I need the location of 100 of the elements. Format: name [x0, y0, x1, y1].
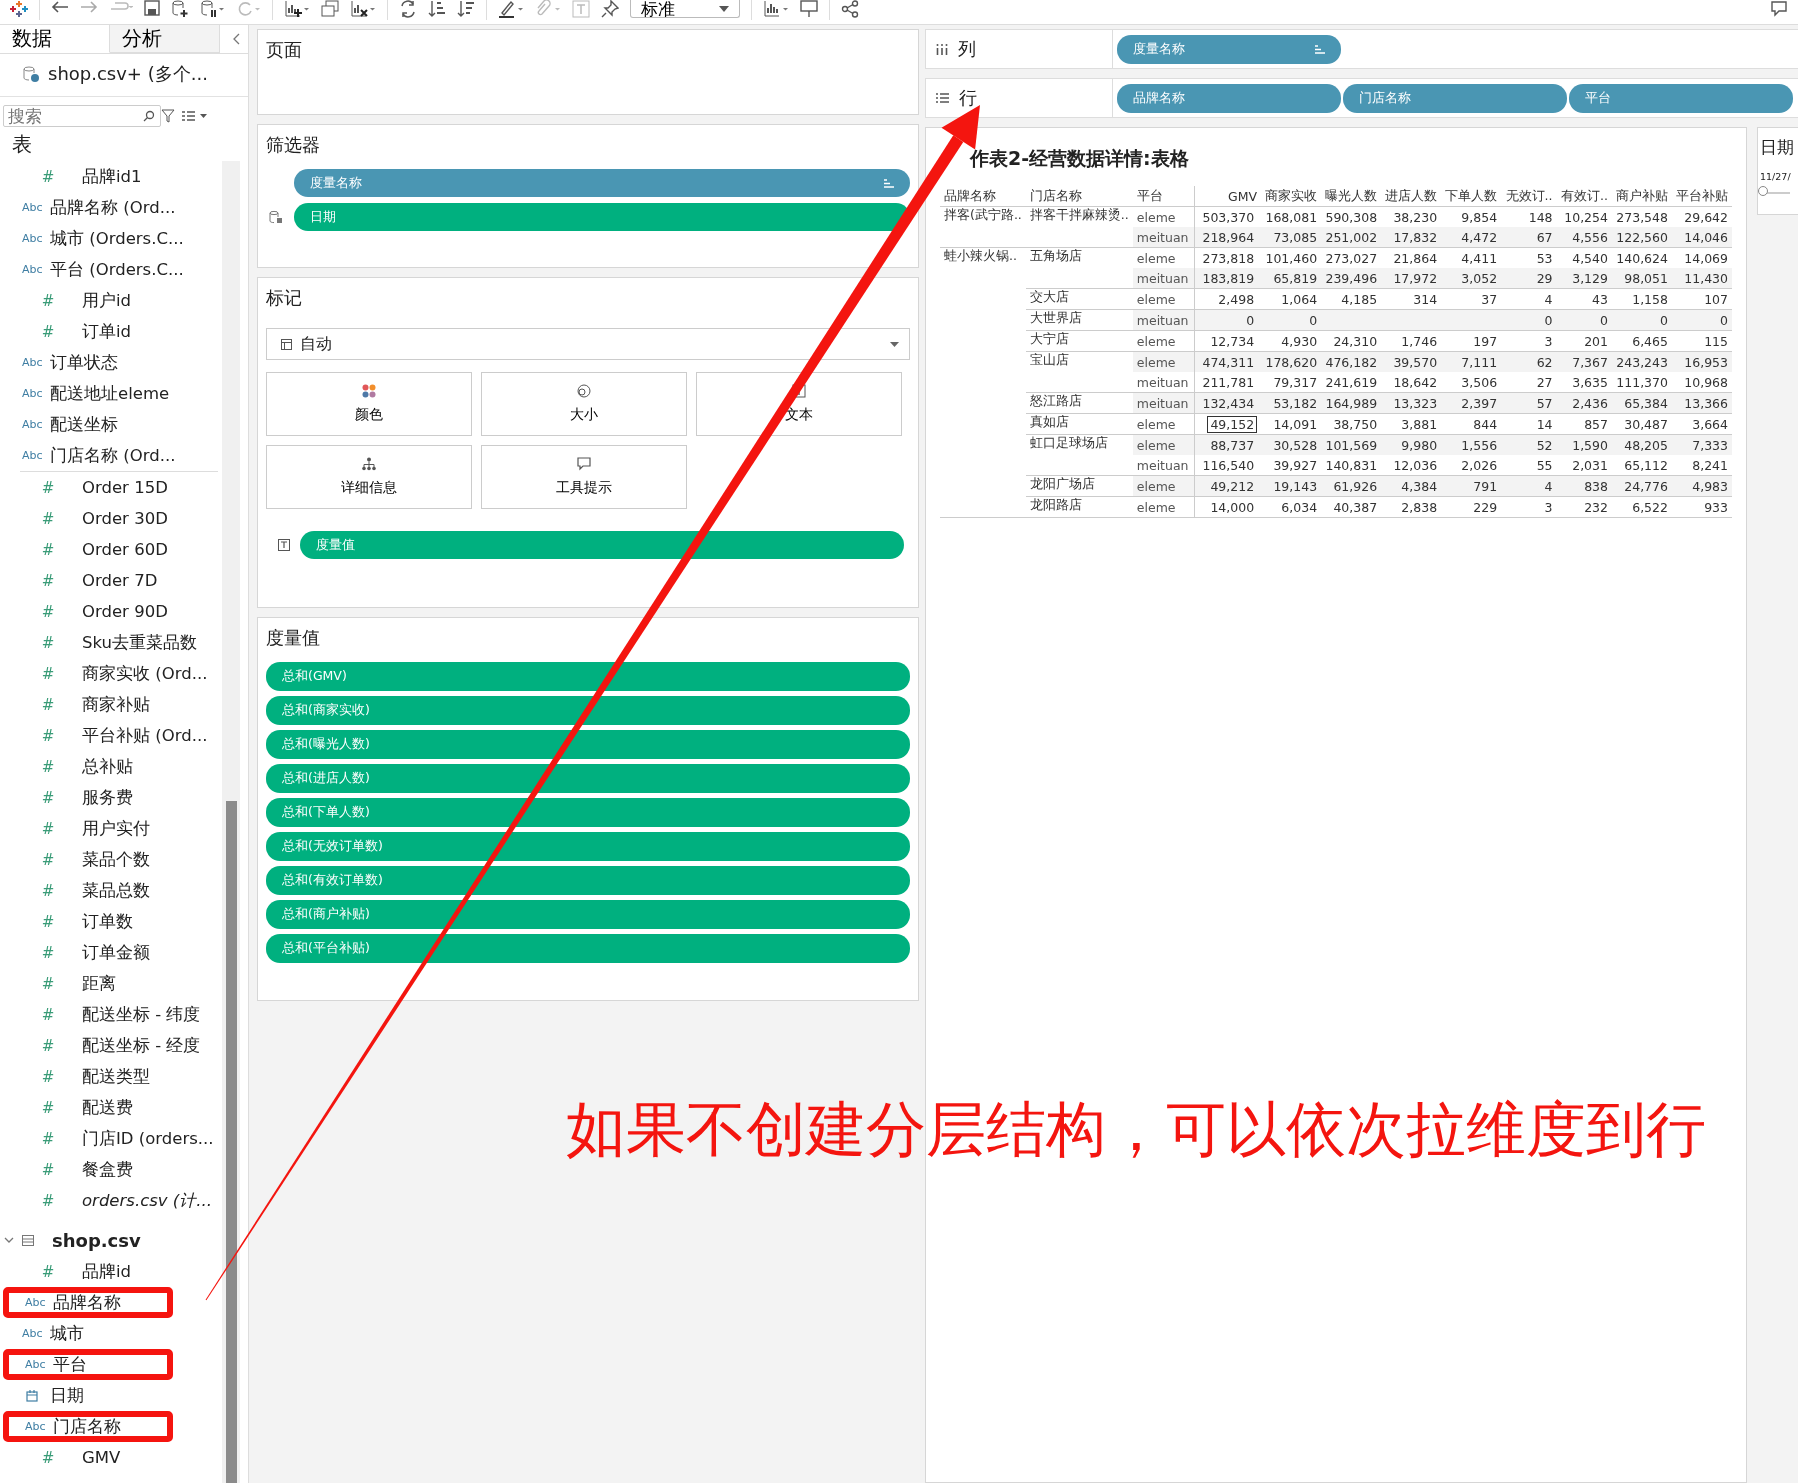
- back-arrow-icon[interactable]: [51, 0, 69, 14]
- field-item[interactable]: # 配送类型: [0, 1061, 222, 1092]
- field-item[interactable]: Abc 平台: [3, 1349, 173, 1380]
- table-cell: 0: [1544, 312, 1553, 328]
- column-header[interactable]: 无效订..: [1501, 186, 1557, 207]
- field-item[interactable]: Abc 配送坐标: [0, 409, 222, 440]
- data-source-name[interactable]: shop.csv+ (多个...: [48, 62, 208, 86]
- column-header[interactable]: GMV: [1194, 186, 1262, 207]
- field-item[interactable]: 日期: [0, 1380, 222, 1411]
- field-item[interactable]: Abc 门店名称: [3, 1411, 173, 1442]
- column-header[interactable]: 门店名称: [1025, 186, 1133, 207]
- field-item[interactable]: # 商家补贴: [0, 689, 222, 720]
- field-item[interactable]: Abc 品牌名称 (Ord...: [0, 192, 222, 223]
- field-item[interactable]: # GMV: [0, 1442, 222, 1473]
- table-cell: 65,384: [1624, 395, 1668, 411]
- field-item[interactable]: # 品牌id: [0, 1256, 222, 1287]
- slider-handle[interactable]: [1758, 186, 1768, 196]
- search-field[interactable]: 搜索: [3, 105, 161, 127]
- column-header[interactable]: 平台补贴: [1672, 186, 1732, 207]
- field-item[interactable]: # Order 60D: [0, 534, 222, 565]
- table-cell: 29: [1536, 270, 1553, 286]
- field-item[interactable]: # 用户实付: [0, 813, 222, 844]
- mark-property-button[interactable]: 文本: [696, 372, 902, 436]
- scrollbar-thumb[interactable]: [226, 801, 237, 1483]
- presentation-icon[interactable]: [800, 0, 818, 18]
- field-type-icon: #: [22, 1262, 74, 1281]
- table-cell-text: 88,737: [1209, 436, 1256, 454]
- collapse-icon[interactable]: [232, 33, 240, 45]
- field-item[interactable]: # orders.csv (计...: [0, 1185, 222, 1216]
- new-datasource-icon[interactable]: [171, 0, 189, 18]
- save-icon[interactable]: [144, 0, 160, 16]
- pin-icon[interactable]: [601, 0, 619, 18]
- field-item[interactable]: # 距离: [0, 968, 222, 999]
- field-type-icon: #: [22, 1448, 74, 1467]
- field-item[interactable]: # 品牌id1: [0, 161, 222, 192]
- column-header[interactable]: 有效订..: [1556, 186, 1612, 207]
- mark-property-button[interactable]: 详细信息: [266, 445, 472, 509]
- mark-type-dropdown[interactable]: 自动: [266, 328, 910, 360]
- clear-sheet-icon[interactable]: [350, 0, 376, 18]
- new-sheet-icon[interactable]: [284, 0, 310, 18]
- column-header[interactable]: 进店人数: [1381, 186, 1442, 207]
- column-header[interactable]: 品牌名称: [940, 186, 1026, 207]
- expand-caret-icon[interactable]: [4, 1236, 14, 1244]
- field-item[interactable]: # 配送坐标 - 经度: [0, 1030, 222, 1061]
- column-header[interactable]: 下单人数: [1441, 186, 1502, 207]
- field-item[interactable]: # 菜品个数: [0, 844, 222, 875]
- field-item[interactable]: # 订单数: [0, 906, 222, 937]
- field-item[interactable]: # Order 7D: [0, 565, 222, 596]
- share-icon[interactable]: [841, 0, 859, 18]
- sort-ascending-icon[interactable]: [428, 0, 446, 18]
- mark-property-button[interactable]: 大小: [481, 372, 687, 436]
- field-item[interactable]: # 菜品总数: [0, 875, 222, 906]
- table-cell: 4,185: [1341, 291, 1378, 307]
- table-cell: 3,052: [1461, 270, 1498, 286]
- field-item[interactable]: # 订单金额: [0, 937, 222, 968]
- tooltip-icon[interactable]: [1770, 0, 1788, 18]
- pause-datasource-icon[interactable]: [200, 0, 224, 18]
- table-cell: 43: [1592, 291, 1608, 307]
- field-item[interactable]: # 服务费: [0, 782, 222, 813]
- field-item[interactable]: # 门店ID (orders...: [0, 1123, 222, 1154]
- sort-descending-icon[interactable]: [457, 0, 475, 18]
- field-item[interactable]: Abc 配送地址eleme: [0, 378, 222, 409]
- field-item[interactable]: # Order 30D: [0, 503, 222, 534]
- field-item[interactable]: # Order 90D: [0, 596, 222, 627]
- mark-property-button[interactable]: 工具提示: [481, 445, 687, 509]
- column-header[interactable]: 平台: [1132, 186, 1195, 207]
- fit-dropdown[interactable]: 标准: [630, 0, 740, 18]
- field-item[interactable]: Abc 平台 (Orders.C...: [0, 254, 222, 285]
- duplicate-sheet-icon[interactable]: [321, 0, 339, 18]
- field-item[interactable]: # Order 15D: [0, 472, 222, 503]
- table-name[interactable]: shop.csv: [52, 1229, 141, 1251]
- field-item[interactable]: # Sku去重菜品数: [0, 627, 222, 658]
- field-item[interactable]: Abc 城市: [0, 1318, 222, 1349]
- field-item[interactable]: # 餐盒费: [0, 1154, 222, 1185]
- column-header[interactable]: 商户补贴: [1612, 186, 1672, 207]
- field-item[interactable]: # 平台补贴 (Ord...: [0, 720, 222, 751]
- field-item[interactable]: Abc 城市 (Orders.C...: [0, 223, 222, 254]
- paperclip-icon[interactable]: [535, 0, 561, 18]
- field-item[interactable]: Abc 品牌名称: [3, 1287, 173, 1318]
- column-header[interactable]: 曝光人数: [1321, 186, 1382, 207]
- bar-chart-icon[interactable]: [763, 0, 789, 18]
- field-item[interactable]: # 商家实收 (Ord...: [0, 658, 222, 689]
- field-item[interactable]: # 总补贴: [0, 751, 222, 782]
- field-item[interactable]: Abc 订单状态: [0, 347, 222, 378]
- field-item[interactable]: # 订单id: [0, 316, 222, 347]
- swap-icon[interactable]: [399, 0, 417, 18]
- view-list-icon[interactable]: [181, 110, 207, 122]
- mark-property-button[interactable]: 颜色: [266, 372, 472, 436]
- highlight-pen-icon[interactable]: [498, 0, 524, 18]
- pane-tab[interactable]: 分析: [110, 25, 220, 53]
- field-item[interactable]: Abc 门店名称 (Ord...: [0, 440, 222, 471]
- column-header[interactable]: 商家实收: [1261, 186, 1322, 207]
- table-cell: meituan: [1136, 395, 1189, 411]
- field-item[interactable]: # 配送坐标 - 纬度: [0, 999, 222, 1030]
- logo-icon[interactable]: [10, 0, 28, 18]
- filter-icon[interactable]: [161, 109, 175, 123]
- field-item[interactable]: # 配送费: [0, 1092, 222, 1123]
- field-type-icon: #: [22, 912, 74, 931]
- field-item[interactable]: # 用户id: [0, 285, 222, 316]
- table-cell: 3,881: [1401, 416, 1438, 432]
